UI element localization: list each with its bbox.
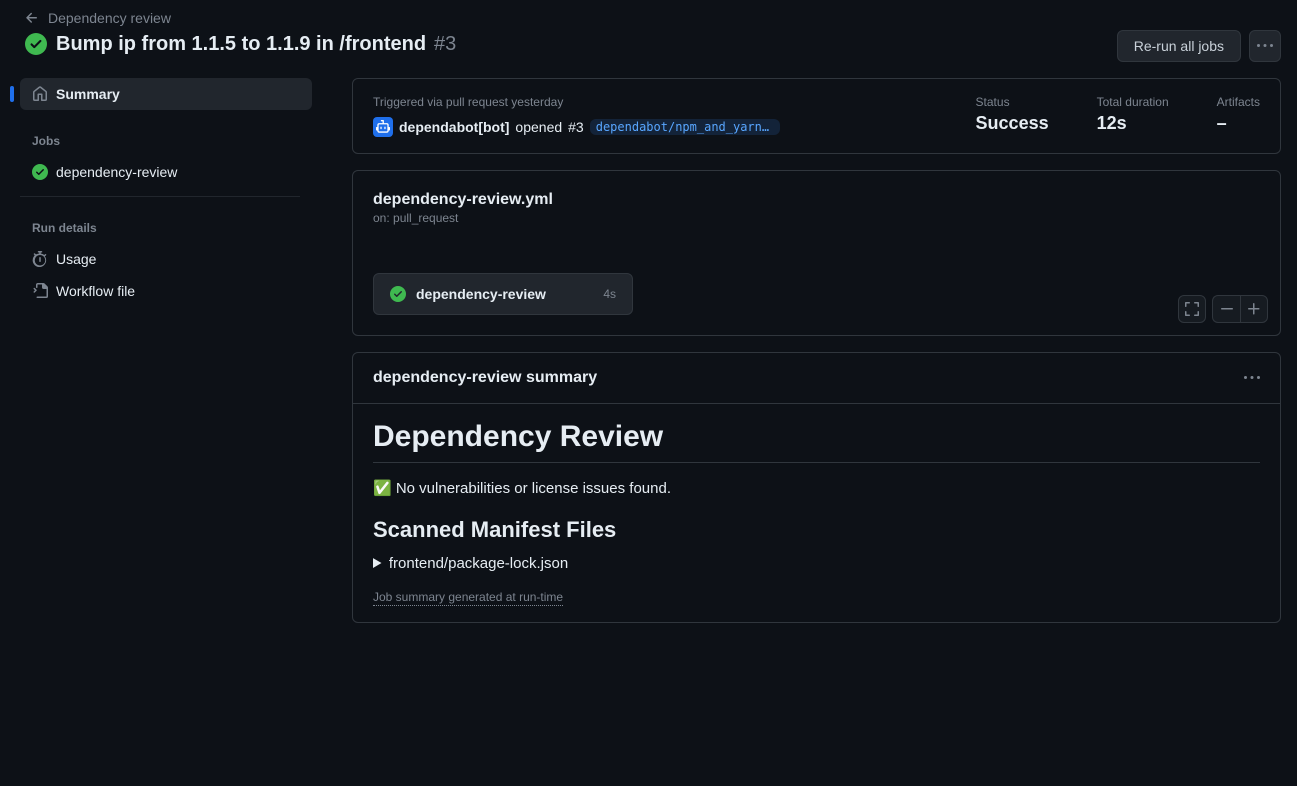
home-icon	[32, 86, 48, 102]
status-label: Status	[976, 95, 1049, 109]
trigger-description: Triggered via pull request yesterday	[373, 95, 928, 109]
duration-col: Total duration 12s	[1097, 95, 1169, 137]
plus-icon	[1246, 301, 1262, 317]
status-col: Status Success	[976, 95, 1049, 137]
check-circle-icon	[24, 32, 48, 56]
artifacts-col: Artifacts –	[1217, 95, 1260, 137]
file-icon	[32, 283, 48, 299]
check-circle-icon	[32, 164, 48, 180]
fullscreen-button[interactable]	[1178, 295, 1206, 323]
arrow-left-icon	[24, 10, 40, 26]
minus-icon	[1219, 301, 1235, 317]
summary-h2: Scanned Manifest Files	[373, 517, 1260, 543]
sidebar-item-summary[interactable]: Summary	[20, 78, 312, 110]
check-circle-icon	[390, 286, 406, 302]
job-name: dependency-review	[416, 286, 593, 302]
sidebar-jobs-header: Jobs	[20, 126, 312, 156]
sidebar-item-workflow-file[interactable]: Workflow file	[20, 275, 312, 307]
sidebar-item-label: Workflow file	[56, 283, 135, 299]
main-content: Triggered via pull request yesterday dep…	[320, 78, 1297, 639]
trigger-card: Triggered via pull request yesterday dep…	[352, 78, 1281, 154]
kebab-horizontal-icon	[1257, 38, 1273, 54]
container: Summary Jobs dependency-review Run detai…	[0, 78, 1297, 639]
zoom-in-button[interactable]	[1240, 295, 1268, 323]
job-duration: 4s	[603, 287, 616, 301]
sidebar-item-label: Summary	[56, 86, 120, 102]
summary-status-line: ✅ No vulnerabilities or license issues f…	[373, 479, 1260, 497]
pr-number[interactable]: #3	[568, 119, 584, 135]
breadcrumb[interactable]: Dependency review	[24, 10, 1117, 26]
branch-label[interactable]: dependabot/npm_and_yarn/…	[590, 119, 780, 135]
page-title: Bump ip from 1.1.5 to 1.1.9 in /frontend	[56, 33, 426, 56]
sidebar-item-label: Usage	[56, 251, 96, 267]
summary-body: Dependency Review ✅ No vulnerabilities o…	[353, 404, 1280, 622]
summary-card: dependency-review summary Dependency Rev…	[352, 352, 1281, 623]
duration-value: 12s	[1097, 113, 1169, 134]
zoom-out-button[interactable]	[1212, 295, 1240, 323]
summary-header-title: dependency-review summary	[373, 369, 597, 387]
page-header: Dependency review Bump ip from 1.1.5 to …	[0, 0, 1297, 78]
sidebar: Summary Jobs dependency-review Run detai…	[0, 78, 320, 639]
summary-footer: Job summary generated at run-time	[373, 590, 563, 606]
status-value: Success	[976, 113, 1049, 134]
sidebar-item-usage[interactable]: Usage	[20, 243, 312, 275]
title-row: Bump ip from 1.1.5 to 1.1.9 in /frontend…	[24, 32, 1117, 56]
kebab-horizontal-icon[interactable]	[1244, 370, 1260, 386]
kebab-menu-button[interactable]	[1249, 30, 1281, 62]
title-number: #3	[434, 33, 456, 56]
sidebar-divider	[20, 196, 300, 197]
action-text: opened	[515, 119, 562, 135]
header-actions: Re-run all jobs	[1117, 10, 1281, 62]
manifest-summary[interactable]: frontend/package-lock.json	[373, 555, 1260, 572]
actor-row: dependabot[bot] opened #3 dependabot/npm…	[373, 117, 928, 137]
sidebar-item-label: dependency-review	[56, 164, 177, 180]
sidebar-run-details-header: Run details	[20, 213, 312, 243]
header-left: Dependency review Bump ip from 1.1.5 to …	[24, 10, 1117, 56]
workflow-trigger: on: pull_request	[373, 211, 1260, 225]
duration-label: Total duration	[1097, 95, 1169, 109]
artifacts-label: Artifacts	[1217, 95, 1260, 109]
summary-card-header: dependency-review summary	[353, 353, 1280, 404]
manifest-details[interactable]: frontend/package-lock.json	[373, 555, 1260, 572]
dependabot-avatar	[373, 117, 393, 137]
zoom-controls	[1178, 295, 1268, 323]
artifacts-value: –	[1217, 113, 1260, 134]
rerun-all-jobs-button[interactable]: Re-run all jobs	[1117, 30, 1241, 62]
trigger-info: Triggered via pull request yesterday dep…	[373, 95, 928, 137]
summary-h1: Dependency Review	[373, 420, 1260, 463]
job-box[interactable]: dependency-review 4s	[373, 273, 633, 315]
sidebar-item-job[interactable]: dependency-review	[20, 156, 312, 188]
fullscreen-icon	[1184, 301, 1200, 317]
workflow-file-name: dependency-review.yml	[373, 191, 1260, 209]
breadcrumb-link[interactable]: Dependency review	[48, 10, 171, 26]
stopwatch-icon	[32, 251, 48, 267]
zoom-group	[1212, 295, 1268, 323]
workflow-card: dependency-review.yml on: pull_request d…	[352, 170, 1281, 336]
actor-name[interactable]: dependabot[bot]	[399, 119, 509, 135]
